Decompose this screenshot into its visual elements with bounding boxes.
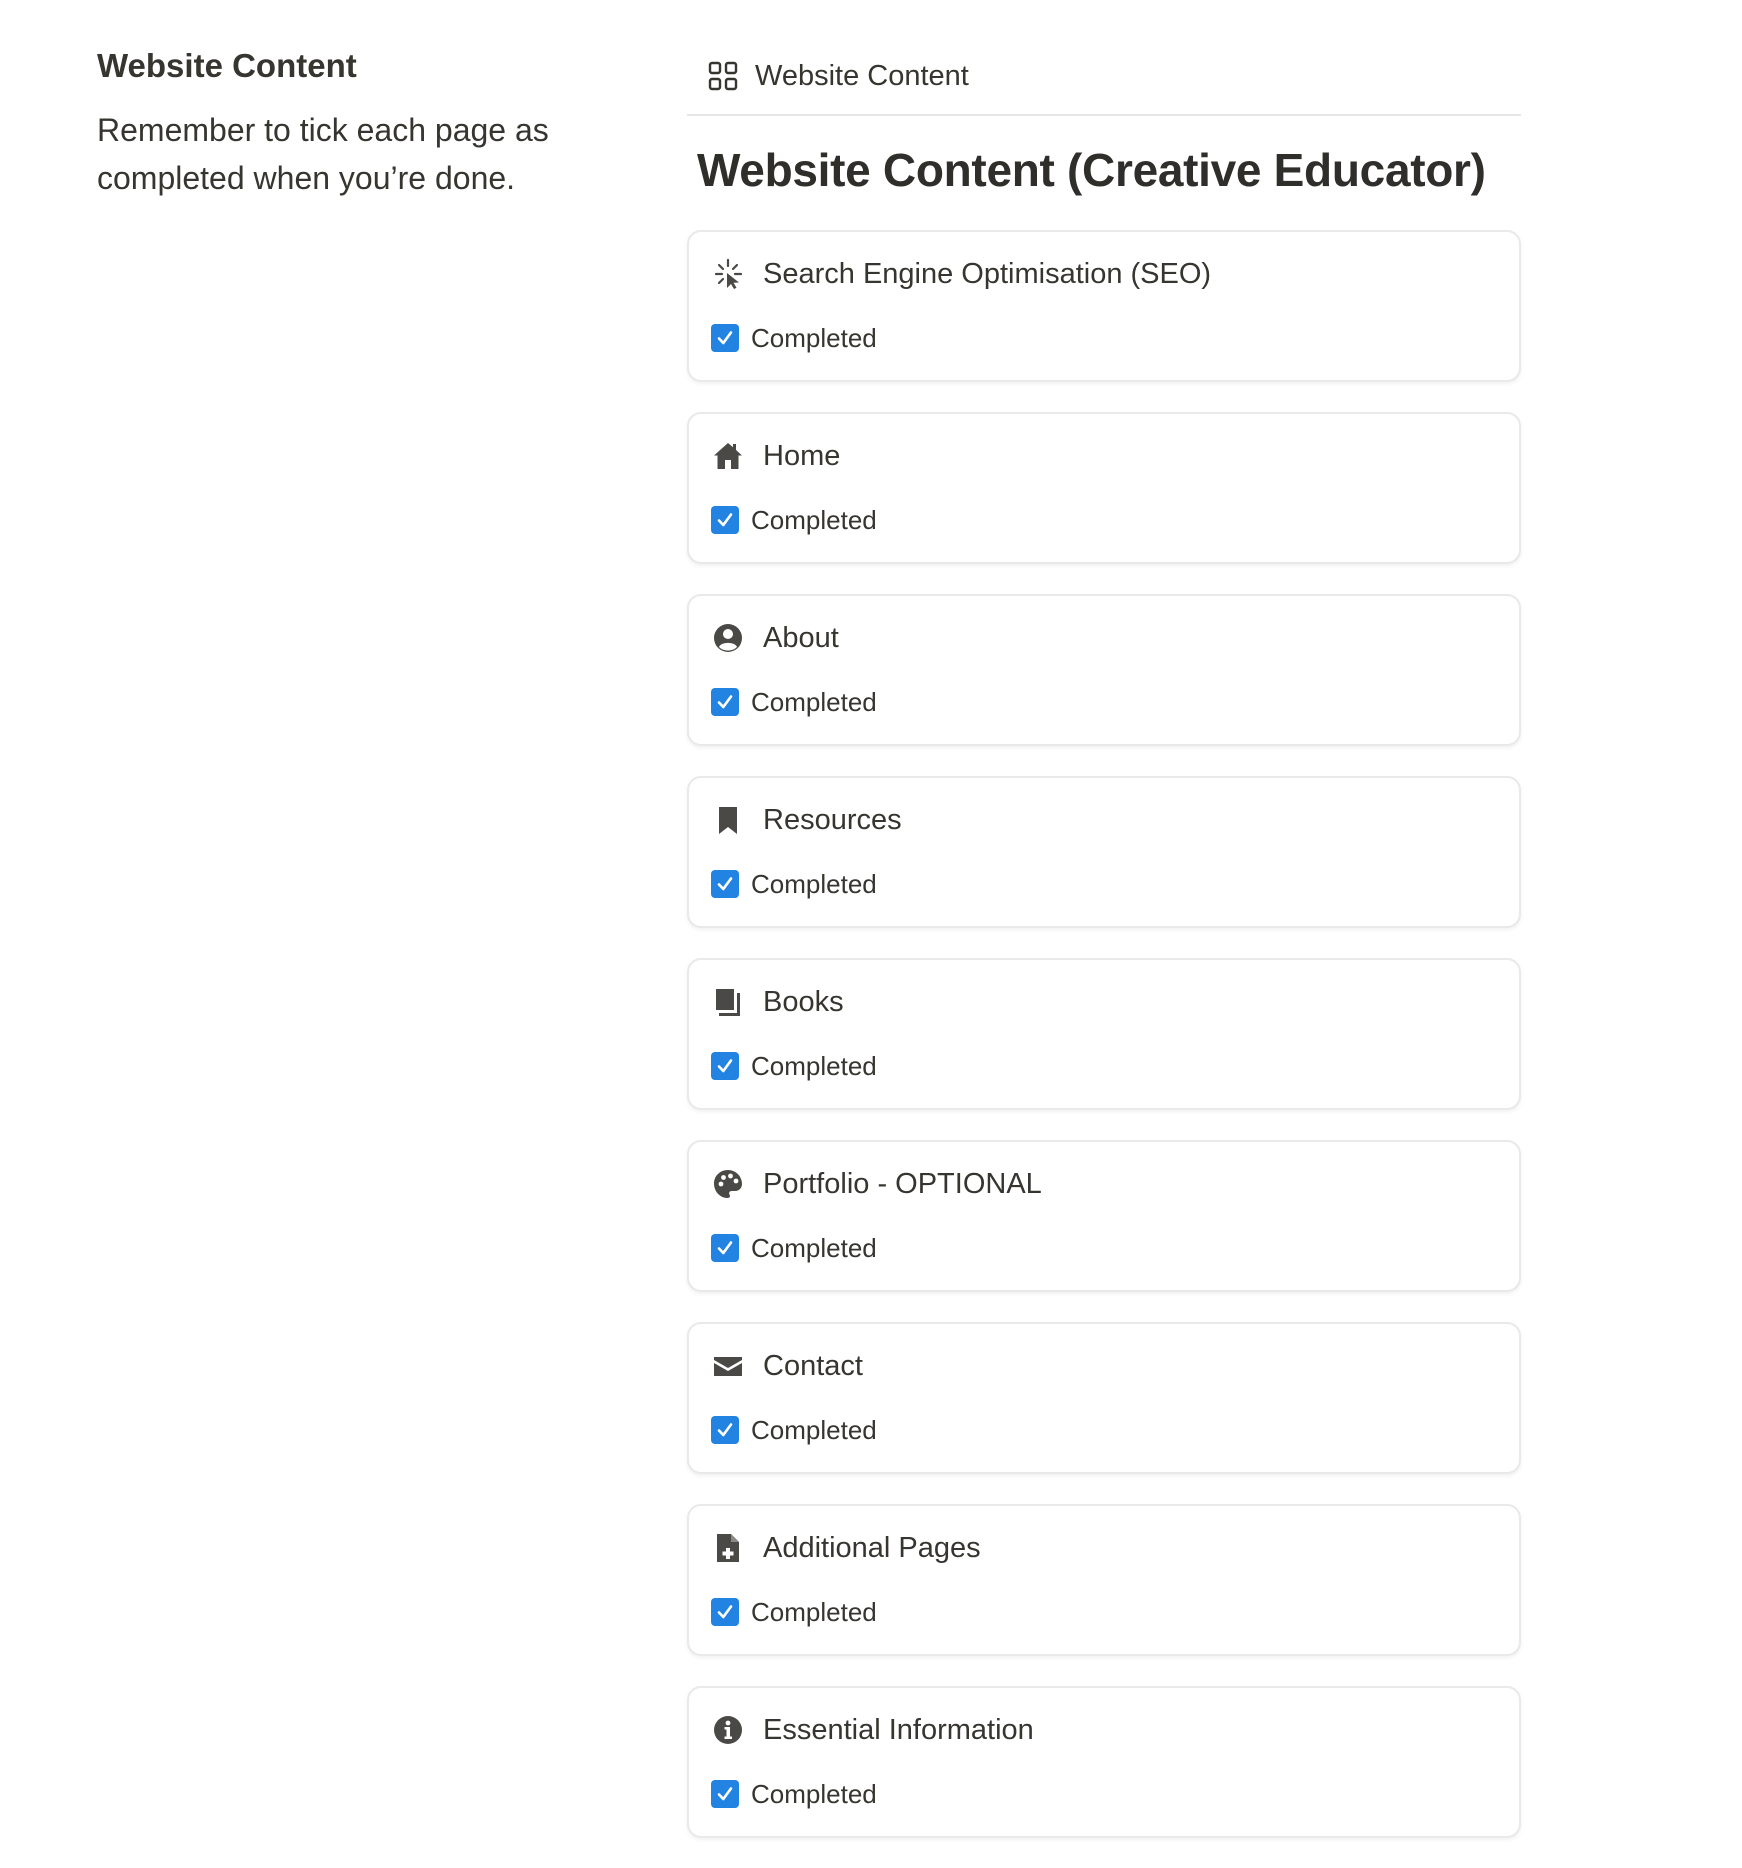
- checkmark-icon: [717, 877, 733, 891]
- card-title[interactable]: Books: [763, 986, 844, 1019]
- user-circle-icon: [711, 621, 745, 655]
- envelope-icon: [711, 1349, 745, 1383]
- checkmark-icon: [717, 1059, 733, 1073]
- callout-text: Remember to tick each page as completed …: [97, 112, 549, 196]
- completed-property: Completed: [711, 868, 877, 900]
- gallery-card[interactable]: Contact Completed: [687, 1322, 1521, 1474]
- checkmark-icon: [717, 1423, 733, 1437]
- completed-property: Completed: [711, 1778, 877, 1810]
- completed-label: Completed: [751, 322, 877, 353]
- gallery-card[interactable]: Home Completed: [687, 412, 1521, 564]
- completed-property: Completed: [711, 1232, 877, 1264]
- completed-property: Completed: [711, 504, 877, 536]
- callout-note: Website Content Remember to tick each pa…: [97, 44, 617, 202]
- card-title[interactable]: Essential Information: [763, 1714, 1034, 1747]
- database-section: Website Content Website Content (Creativ…: [687, 52, 1521, 200]
- completed-label: Completed: [751, 686, 877, 717]
- cursor-click-icon: [711, 257, 745, 291]
- checkmark-icon: [717, 1241, 733, 1255]
- database-title[interactable]: Website Content (Creative Educator): [697, 140, 1521, 200]
- completed-checkbox[interactable]: [711, 1780, 739, 1808]
- completed-label: Completed: [751, 1778, 877, 1809]
- card-title[interactable]: Contact: [763, 1350, 863, 1383]
- completed-checkbox[interactable]: [711, 1052, 739, 1080]
- gallery-card[interactable]: Books Completed: [687, 958, 1521, 1110]
- gallery-cards: Search Engine Optimisation (SEO) Complet…: [687, 230, 1521, 1868]
- gallery-card[interactable]: About Completed: [687, 594, 1521, 746]
- checkmark-icon: [717, 695, 733, 709]
- database-view-tab[interactable]: Website Content: [687, 52, 1521, 116]
- callout-title: Website Content: [97, 47, 357, 84]
- gallery-card[interactable]: Additional Pages Completed: [687, 1504, 1521, 1656]
- completed-property: Completed: [711, 322, 877, 354]
- completed-checkbox[interactable]: [711, 1598, 739, 1626]
- checkmark-icon: [717, 513, 733, 527]
- home-icon: [711, 439, 745, 473]
- completed-label: Completed: [751, 504, 877, 535]
- completed-checkbox[interactable]: [711, 324, 739, 352]
- checkmark-icon: [717, 1787, 733, 1801]
- card-title[interactable]: Portfolio - OPTIONAL: [763, 1168, 1042, 1201]
- completed-checkbox[interactable]: [711, 688, 739, 716]
- completed-label: Completed: [751, 1414, 877, 1445]
- database-view-label: Website Content: [755, 59, 969, 92]
- completed-property: Completed: [711, 1596, 877, 1628]
- card-title[interactable]: Home: [763, 440, 840, 473]
- card-title[interactable]: About: [763, 622, 839, 655]
- card-title[interactable]: Additional Pages: [763, 1532, 981, 1565]
- gallery-card[interactable]: Search Engine Optimisation (SEO) Complet…: [687, 230, 1521, 382]
- palette-icon: [711, 1167, 745, 1201]
- completed-label: Completed: [751, 1232, 877, 1263]
- completed-property: Completed: [711, 1050, 877, 1082]
- checkmark-icon: [717, 331, 733, 345]
- completed-label: Completed: [751, 868, 877, 899]
- bookmark-icon: [711, 803, 745, 837]
- card-title[interactable]: Resources: [763, 804, 902, 837]
- completed-checkbox[interactable]: [711, 1234, 739, 1262]
- card-title[interactable]: Search Engine Optimisation (SEO): [763, 258, 1211, 291]
- completed-property: Completed: [711, 686, 877, 718]
- completed-checkbox[interactable]: [711, 506, 739, 534]
- gallery-card[interactable]: Portfolio - OPTIONAL Completed: [687, 1140, 1521, 1292]
- completed-checkbox[interactable]: [711, 870, 739, 898]
- file-plus-icon: [711, 1531, 745, 1565]
- gallery-view-icon: [707, 60, 739, 92]
- gallery-card[interactable]: Resources Completed: [687, 776, 1521, 928]
- completed-checkbox[interactable]: [711, 1416, 739, 1444]
- completed-property: Completed: [711, 1414, 877, 1446]
- completed-label: Completed: [751, 1050, 877, 1081]
- checkmark-icon: [717, 1605, 733, 1619]
- gallery-card[interactable]: Essential Information Completed: [687, 1686, 1521, 1838]
- books-icon: [711, 985, 745, 1019]
- info-circle-icon: [711, 1713, 745, 1747]
- completed-label: Completed: [751, 1596, 877, 1627]
